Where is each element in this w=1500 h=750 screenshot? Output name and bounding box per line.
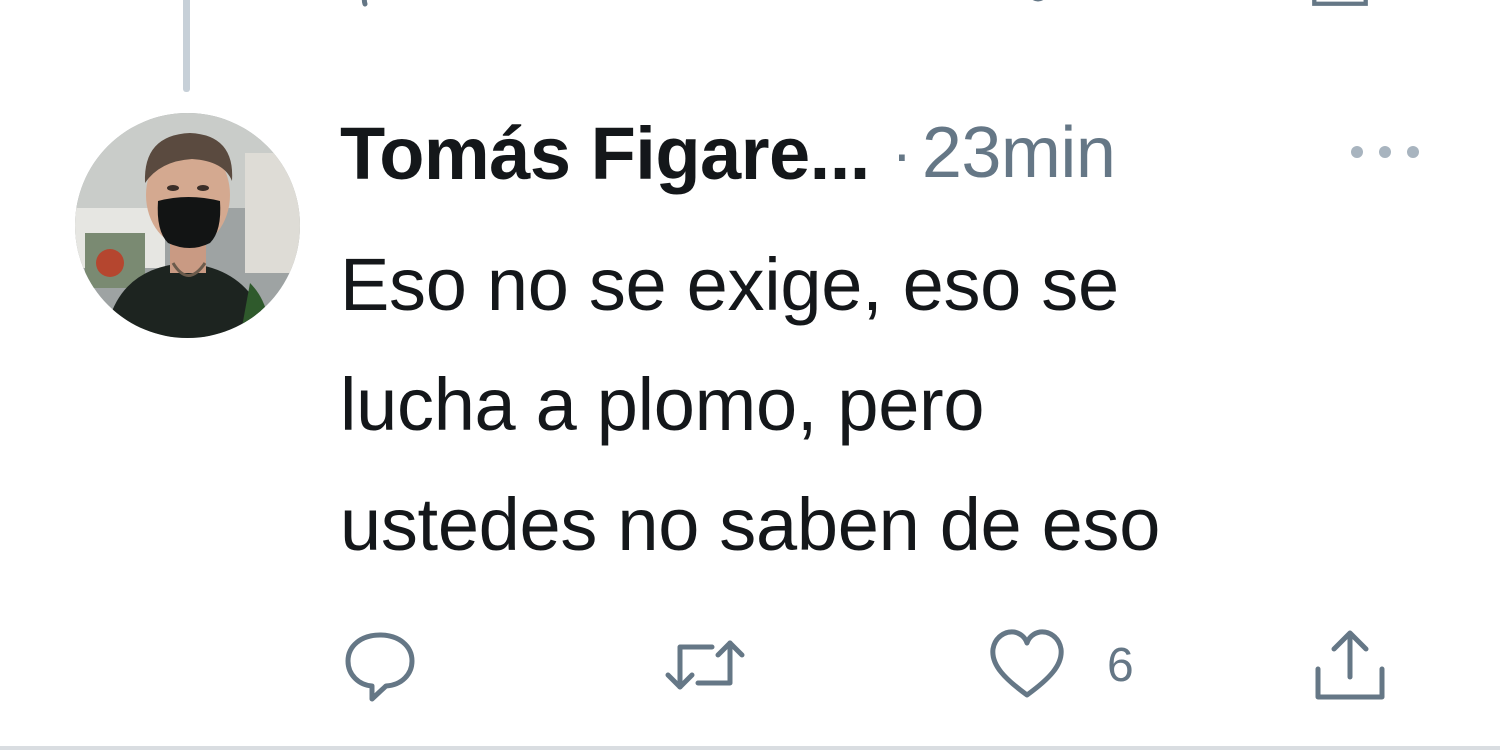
tweet-text-line: ustedes no saben de eso: [340, 483, 1161, 566]
share-icon[interactable]: [1310, 0, 1370, 10]
like-button[interactable]: 6: [985, 620, 1134, 710]
tweet-header: Tomás Figare... · 23min: [340, 108, 1116, 198]
tweet-action-bar: 6: [0, 620, 1500, 710]
share-icon: [1315, 630, 1385, 700]
thread-connector-line: [183, 0, 190, 92]
author-name[interactable]: Tomás Figare...: [340, 111, 870, 196]
share-button[interactable]: [1310, 620, 1390, 710]
header-separator: ·: [891, 119, 912, 187]
reply-icon: [345, 632, 415, 702]
tweet-text-line: Eso no se exige, eso se: [340, 243, 1119, 326]
tweet-divider: [0, 746, 1500, 750]
retweet-icon: [665, 640, 745, 690]
previous-tweet-actions: [0, 0, 1500, 10]
tweet-timestamp[interactable]: 23min: [922, 112, 1116, 194]
reply-icon[interactable]: [345, 0, 405, 10]
avatar[interactable]: [75, 113, 300, 338]
tweet-text: Eso no se exige, eso se lucha a plomo, p…: [340, 225, 1440, 585]
like-count: 6: [1107, 638, 1134, 692]
heart-icon: [990, 629, 1064, 698]
heart-icon[interactable]: [1010, 0, 1070, 10]
more-options-icon[interactable]: [1345, 132, 1425, 172]
reply-button[interactable]: [340, 620, 420, 710]
tweet-text-line: lucha a plomo, pero: [340, 363, 985, 446]
tweet-screenshot: Tomás Figare... · 23min Eso no se exige,…: [0, 0, 1500, 750]
retweet-button[interactable]: [660, 620, 750, 710]
